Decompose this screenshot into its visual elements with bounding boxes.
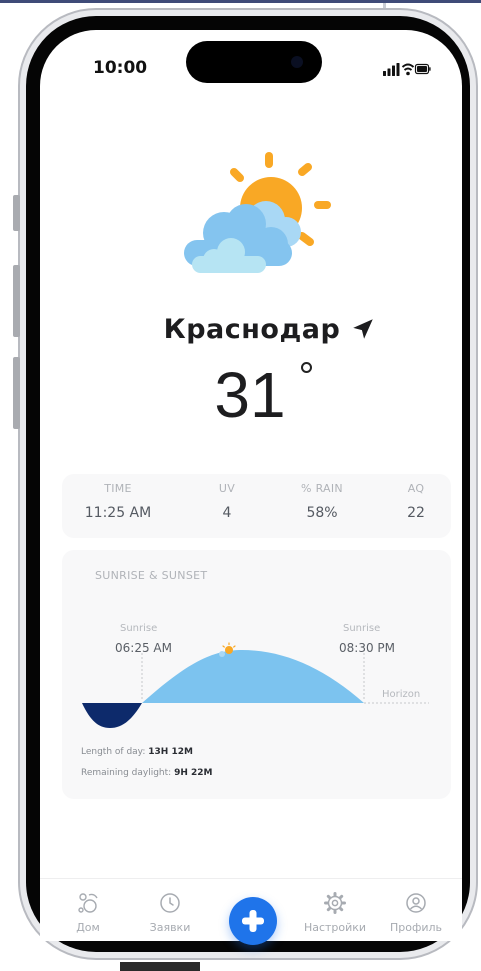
profile-icon — [406, 893, 426, 913]
tab-profile[interactable]: Профиль — [381, 891, 451, 934]
stat-label: AQ — [407, 482, 425, 495]
night-arc — [82, 703, 142, 728]
dynamic-island — [186, 41, 322, 83]
stat-value: 11:25 AM — [84, 505, 152, 521]
sunset-label: Sunrise — [343, 623, 381, 634]
stat-rain: % RAIN 58% — [287, 482, 357, 521]
front-camera — [291, 56, 303, 68]
remaining-daylight-label: Remaining daylight: — [81, 768, 172, 778]
stat-value: 22 — [407, 505, 425, 521]
stat-label: UV — [218, 482, 236, 495]
day-length-value: 13H 12M — [148, 747, 193, 757]
home-icon — [78, 893, 98, 913]
weather-stats-card: TIME 11:25 AM UV 4 % RAIN 58% AQ 22 — [62, 474, 451, 538]
sun-path-chart — [82, 642, 429, 728]
plus-icon — [242, 910, 264, 932]
tab-label: Настройки — [303, 921, 367, 934]
stat-uv: UV 4 — [202, 482, 252, 521]
stat-label: TIME — [104, 482, 132, 495]
remaining-daylight-value: 9H 22M — [174, 768, 213, 778]
sunset-time: 08:30 PM — [339, 641, 395, 655]
sun-card-title: SUNRISE & SUNSET — [95, 569, 208, 582]
tab-label: Дом — [76, 921, 100, 934]
window-bottom-mark — [120, 962, 200, 971]
stat-label: % RAIN — [301, 482, 343, 495]
day-length-label: Length of day: — [81, 747, 146, 757]
tab-settings[interactable]: Настройки — [299, 891, 371, 934]
status-icons — [383, 63, 431, 76]
location-arrow-icon[interactable] — [350, 316, 376, 342]
signal-icon — [383, 63, 400, 76]
add-button[interactable] — [229, 897, 277, 945]
gear-icon — [324, 892, 346, 914]
sunrise-sunset-card: SUNRISE & SUNSET Sunrise 06:25 AM Sunris… — [62, 550, 451, 799]
stat-time: TIME 11:25 AM — [78, 482, 158, 521]
window-top-line — [0, 0, 481, 3]
clock-icon — [160, 893, 180, 913]
city-name: Краснодар — [163, 313, 341, 345]
phone-action-button — [13, 195, 20, 231]
location-row: Краснодар — [150, 307, 390, 351]
wifi-icon — [401, 63, 415, 76]
day-length-line: Length of day: 13H 12M — [81, 747, 193, 757]
sunrise-label: Sunrise — [120, 623, 158, 634]
degree-symbol — [301, 362, 312, 373]
stat-value: 58% — [306, 505, 338, 521]
tab-label: Профиль — [389, 921, 443, 934]
phone-volume-down-button — [13, 357, 20, 429]
temperature-value: 31 — [214, 359, 286, 431]
stat-aq: AQ 22 — [392, 482, 440, 521]
tab-label: Заявки — [149, 921, 191, 934]
remaining-daylight-line: Remaining daylight: 9H 22M — [81, 768, 212, 778]
daylight-arc — [142, 650, 364, 703]
partly-cloudy-icon — [184, 152, 331, 273]
phone-volume-up-button — [13, 265, 20, 337]
stat-value: 4 — [222, 505, 232, 521]
battery-icon — [414, 63, 431, 75]
status-time: 10:00 — [93, 58, 148, 78]
tab-requests[interactable]: Заявки — [135, 891, 205, 934]
sunrise-time: 06:25 AM — [115, 641, 172, 655]
horizon-label: Horizon — [382, 689, 421, 700]
tab-home[interactable]: Дом — [53, 891, 123, 934]
